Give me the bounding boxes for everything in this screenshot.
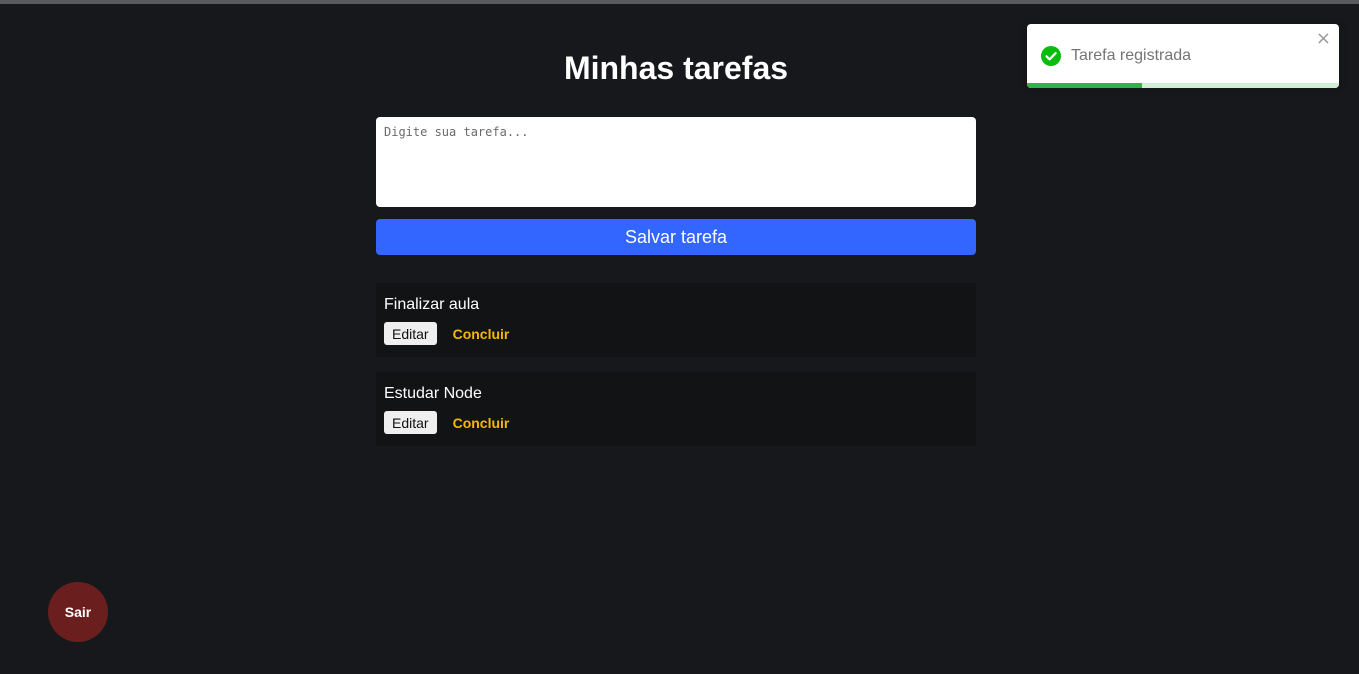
success-toast[interactable]: Tarefa registrada × xyxy=(1027,24,1339,88)
task-actions: Editar Concluir xyxy=(384,411,968,434)
task-input[interactable] xyxy=(376,117,976,207)
conclude-task-button[interactable]: Concluir xyxy=(446,326,517,342)
edit-task-button[interactable]: Editar xyxy=(384,322,437,345)
edit-task-button[interactable]: Editar xyxy=(384,411,437,434)
toast-message: Tarefa registrada xyxy=(1071,47,1192,64)
check-circle-icon xyxy=(1041,46,1061,66)
task-list: Finalizar aula Editar Concluir Estudar N… xyxy=(376,283,976,461)
task-text: Finalizar aula xyxy=(384,296,480,313)
toast-progress-bar xyxy=(1027,83,1339,88)
toast-progress-fill xyxy=(1027,83,1143,88)
task-text: Estudar Node xyxy=(384,385,482,402)
logout-button[interactable]: Sair xyxy=(48,582,108,642)
conclude-task-button[interactable]: Concluir xyxy=(446,415,517,431)
browser-top-bar xyxy=(0,0,1359,4)
save-task-button[interactable]: Salvar tarefa xyxy=(376,219,976,255)
task-item: Estudar Node Editar Concluir xyxy=(376,372,976,446)
task-actions: Editar Concluir xyxy=(384,322,968,345)
close-icon[interactable]: × xyxy=(1316,29,1331,49)
task-item: Finalizar aula Editar Concluir xyxy=(376,283,976,357)
